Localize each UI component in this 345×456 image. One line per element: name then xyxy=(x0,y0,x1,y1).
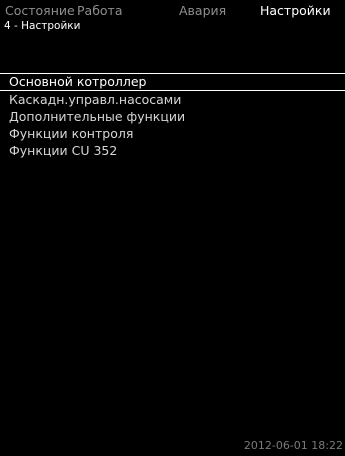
menu-item-additional-functions[interactable]: Дополнительные функции xyxy=(0,108,345,125)
menu-item-main-controller[interactable]: Основной котроллер xyxy=(0,73,345,91)
tab-status[interactable]: Состояние xyxy=(5,3,75,19)
menu-item-cu352-functions[interactable]: Функции CU 352 xyxy=(0,142,345,159)
tab-alarm[interactable]: Авария xyxy=(179,3,226,19)
breadcrumb: 4 - Настройки xyxy=(4,20,81,32)
settings-menu-list: Основной котроллер Каскадн.управл.насоса… xyxy=(0,73,345,159)
tab-settings[interactable]: Настройки xyxy=(260,3,331,19)
status-timestamp: 2012-06-01 18:22 xyxy=(243,439,343,452)
display-screen: Состояние Работа Авария Настройки 4 - На… xyxy=(0,0,345,456)
tab-operation[interactable]: Работа xyxy=(77,3,123,19)
tab-bar: Состояние Работа Авария Настройки xyxy=(0,3,345,19)
menu-item-pump-cascade-control[interactable]: Каскадн.управл.насосами xyxy=(0,91,345,108)
menu-item-monitoring-functions[interactable]: Функции контроля xyxy=(0,125,345,142)
